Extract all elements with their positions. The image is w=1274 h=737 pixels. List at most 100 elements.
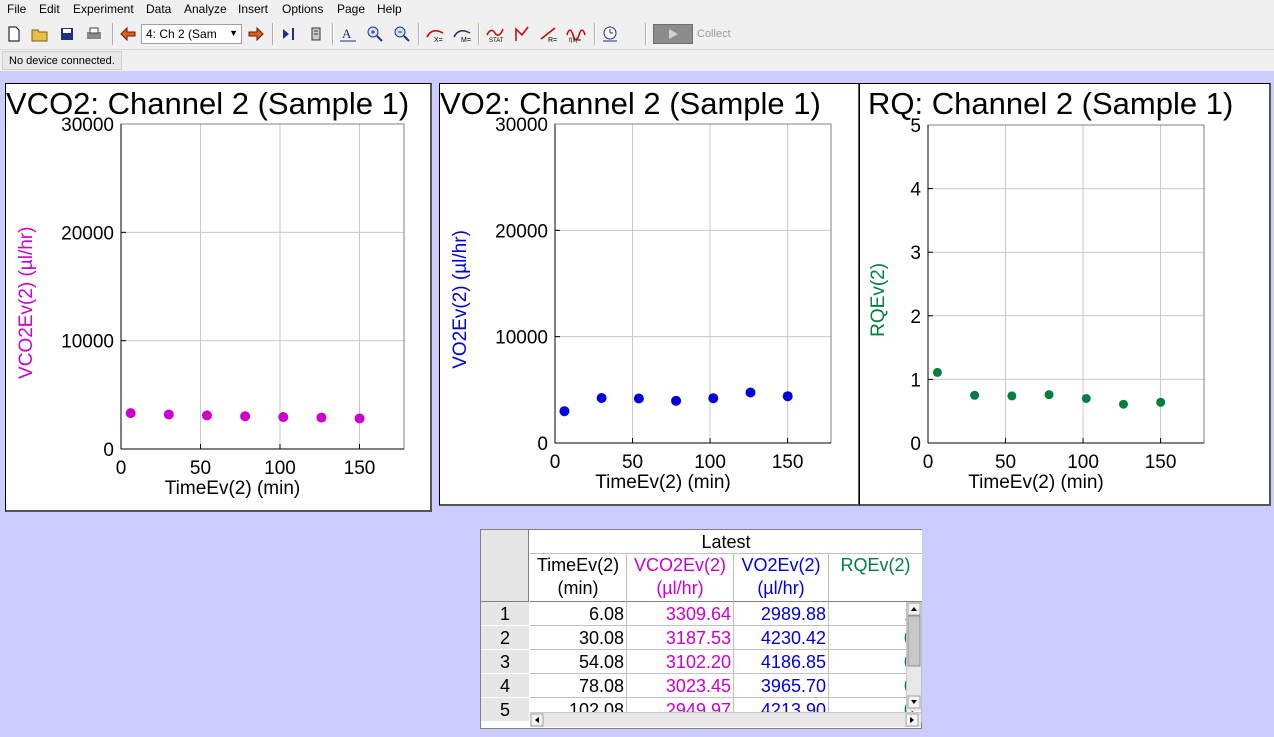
x-tick-label: 100 — [694, 452, 726, 473]
column-name: VCO2Ev(2) — [633, 555, 727, 575]
horizontal-scrollbar[interactable] — [530, 712, 921, 727]
integral-icon[interactable] — [511, 23, 533, 45]
y-axis-label: VO2Ev(2) (µl/hr) — [450, 230, 471, 369]
data-point — [1007, 391, 1017, 401]
next-page-icon[interactable] — [245, 23, 267, 45]
y-tick-label: 0 — [910, 434, 921, 455]
x-tick-label: 0 — [923, 452, 934, 473]
column-header-vo2[interactable]: VO2Ev(2) (µl/hr) — [734, 554, 829, 602]
y-tick-label: 30000 — [495, 115, 548, 136]
menu-edit[interactable]: Edit — [39, 2, 60, 16]
x-tick-label: 150 — [1145, 452, 1177, 473]
table-cell[interactable]: 78.08 — [530, 674, 627, 698]
table-cell[interactable]: 2989.88 — [734, 602, 829, 626]
row-number[interactable]: 1 — [481, 602, 529, 626]
new-file-icon[interactable] — [3, 23, 25, 45]
y-tick-label: 4 — [910, 180, 921, 201]
previous-page-icon[interactable] — [117, 23, 139, 45]
y-tick-label: 20000 — [495, 221, 548, 242]
toolbar: 4: Ch 2 (Sam ▼ A X= M= STAT R= f(x)= Col… — [0, 19, 1274, 50]
data-point — [278, 412, 289, 423]
x-tick-label: 150 — [772, 452, 804, 473]
row-number[interactable]: 2 — [481, 626, 529, 650]
data-browser-icon[interactable] — [278, 23, 300, 45]
column-header-rq[interactable]: RQEv(2) — [829, 554, 922, 602]
experiment-select[interactable]: 4: Ch 2 (Sam ▼ — [141, 24, 242, 44]
table-cell[interactable]: 3309.64 — [627, 602, 734, 626]
table-cell[interactable]: 54.08 — [530, 650, 627, 674]
y-tick-label: 2 — [910, 307, 921, 328]
y-tick-label: 5 — [910, 116, 921, 137]
sensor-icon[interactable] — [305, 23, 327, 45]
menu-file[interactable]: File — [7, 2, 26, 16]
toolbar-separator — [645, 23, 646, 45]
autoscale-icon[interactable]: A — [337, 23, 359, 45]
table-cell[interactable]: 30.08 — [530, 626, 627, 650]
row-number[interactable]: 3 — [481, 650, 529, 674]
rq-plot[interactable]: 0 50 100 150 0 1 2 3 4 5 TimeEv(2) (min) RQEv(2) — [860, 84, 1270, 505]
x-tick-label: 0 — [550, 452, 561, 473]
x-tick-label: 50 — [995, 452, 1016, 473]
menu-insert[interactable]: Insert — [238, 2, 268, 16]
y-tick-label: 10000 — [495, 328, 548, 349]
toolbar-separator — [112, 23, 113, 45]
y-tick-label: 30000 — [61, 115, 114, 136]
menu-experiment[interactable]: Experiment — [73, 2, 134, 16]
collect-button[interactable] — [653, 24, 693, 44]
table-cell[interactable]: 3102.20 — [627, 650, 734, 674]
y-axis-label: RQEv(2) — [868, 263, 889, 337]
examine-icon[interactable]: X= — [424, 23, 446, 45]
zoom-out-icon[interactable] — [391, 23, 413, 45]
svg-text:M=: M= — [461, 37, 471, 43]
tangent-icon[interactable]: M= — [451, 23, 473, 45]
menu-page[interactable]: Page — [337, 2, 365, 16]
data-point — [782, 391, 793, 402]
data-point — [745, 387, 756, 398]
graph-vco2[interactable]: VCO2: Channel 2 (Sample 1) 0 50 100 150 0 100… — [5, 83, 432, 512]
play-icon — [669, 29, 678, 39]
vo2-plot[interactable]: 0 50 100 150 0 10000 20000 30000 TimeEv(2) (min)… — [440, 84, 859, 505]
data-table[interactable]: Latest TimeEv(2) (min) VCO2Ev(2) (µl/hr)… — [480, 529, 922, 729]
data-point — [163, 409, 174, 420]
linear-fit-icon[interactable]: R= — [538, 23, 560, 45]
menu-options[interactable]: Options — [282, 2, 323, 16]
statistics-icon[interactable]: STAT — [484, 23, 506, 45]
device-status: No device connected. — [2, 51, 122, 70]
table-cell[interactable]: 4230.42 — [734, 626, 829, 650]
vertical-scrollbar[interactable] — [906, 602, 921, 711]
curve-fit-icon[interactable]: f(x)= — [565, 23, 587, 45]
menu-data[interactable]: Data — [146, 2, 171, 16]
table-cell[interactable]: 3187.53 — [627, 626, 734, 650]
data-point — [970, 390, 980, 400]
print-icon[interactable] — [83, 23, 105, 45]
plot-area — [927, 124, 1205, 444]
y-tick-label: 3 — [910, 243, 921, 264]
data-point — [559, 406, 570, 417]
menu-help[interactable]: Help — [377, 2, 402, 16]
row-number[interactable]: 4 — [481, 674, 529, 698]
table-cell[interactable]: 3023.45 — [627, 674, 734, 698]
chevron-down-icon: ▼ — [229, 28, 238, 38]
table-cell[interactable]: 4186.85 — [734, 650, 829, 674]
svg-text:A: A — [342, 26, 352, 41]
row-number[interactable]: 5 — [481, 698, 529, 722]
table-cell[interactable]: 3965.70 — [734, 674, 829, 698]
graph-rq[interactable]: RQ: Channel 2 (Sample 1) 0 50 100 150 0 1 2 3 4 5… — [859, 83, 1271, 506]
timer-icon[interactable] — [599, 23, 621, 45]
toolbar-separator — [478, 23, 479, 45]
column-unit: (µl/hr) — [757, 578, 805, 598]
open-folder-icon[interactable] — [29, 23, 51, 45]
menu-bar: File Edit Experiment Data Analyze Insert… — [0, 0, 1274, 19]
save-icon[interactable] — [56, 23, 78, 45]
x-tick-label: 50 — [190, 458, 211, 479]
column-header-vco2[interactable]: VCO2Ev(2) (µl/hr) — [627, 554, 734, 602]
toolbar-separator — [332, 23, 333, 45]
table-cell[interactable]: 6.08 — [530, 602, 627, 626]
svg-text:R=: R= — [548, 37, 557, 43]
menu-analyze[interactable]: Analyze — [184, 2, 227, 16]
graph-vo2[interactable]: VO2: Channel 2 (Sample 1) 0 50 100 150 0 1000… — [439, 83, 860, 506]
vco2-plot[interactable]: 0 50 100 150 0 10000 20000 30000 TimeEv(2) (min)… — [6, 84, 431, 511]
column-header-time[interactable]: TimeEv(2) (min) — [530, 554, 627, 602]
zoom-in-icon[interactable] — [364, 23, 386, 45]
svg-text:f(x)=: f(x)= — [569, 38, 582, 43]
